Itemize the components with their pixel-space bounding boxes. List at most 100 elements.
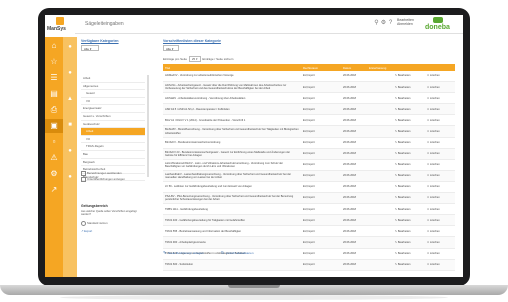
gear-icon[interactable]: ⚙ bbox=[48, 169, 60, 179]
table-row[interactable]: BioStoffV - Biostoffverordnung - Verordn… bbox=[163, 125, 455, 138]
table-row[interactable]: BImSchV - Bundesimmissionsschutzverordnu… bbox=[163, 137, 455, 149]
edit-button[interactable]: ✎ Bearbeiten bbox=[393, 181, 425, 194]
tree-item[interactable]: Arbeit bbox=[81, 75, 145, 83]
edit-button[interactable]: ✎ Bearbeiten bbox=[393, 214, 425, 227]
tree-item[interactable]: Energieeinsatz bbox=[81, 105, 145, 113]
edit-button[interactable]: ✎ Bearbeiten bbox=[393, 125, 425, 138]
edit-button[interactable]: ✎ Bearbeiten bbox=[393, 81, 425, 94]
search-input[interactable] bbox=[85, 20, 295, 28]
table-row[interactable]: ASR A3.5 / ASR A1.5/1,2 - Raumtemperatur… bbox=[163, 103, 455, 116]
edit-button[interactable]: ✎ Bearbeiten bbox=[393, 248, 425, 260]
folder-icon[interactable]: ▫ bbox=[48, 137, 60, 147]
tree-item[interactable]: Gesetz u. Vorschriften bbox=[81, 113, 145, 121]
edit-button[interactable]: ✎ Bearbeiten bbox=[393, 71, 425, 83]
users-icon[interactable]: ● bbox=[66, 69, 74, 77]
show-sub-checkbox[interactable]: Unteröffentlichungen anzeigen bbox=[81, 177, 125, 182]
tree-item[interactable]: VO bbox=[81, 136, 145, 144]
table-row[interactable]: LärmVibrationsArbSchV - Lärm- und Vibrat… bbox=[163, 159, 455, 171]
table-row[interactable]: PSA-BV - PSA-Benutzungsverordnung - Vero… bbox=[163, 192, 455, 205]
table-row[interactable]: TRGS 555 - Betriebsanweisung und Informa… bbox=[163, 225, 455, 238]
table-row[interactable]: TRGS 400 - Gefährdungsbeurteilung für Tä… bbox=[163, 214, 455, 227]
category-filter-select[interactable]: Alle ▾ bbox=[81, 45, 99, 51]
tree-item[interactable]: Bergwerk bbox=[81, 159, 145, 167]
edit-button[interactable]: ✎ Bearbeiten bbox=[393, 103, 425, 116]
edit-button[interactable]: ✎ Bearbeiten bbox=[393, 225, 425, 238]
edit-button[interactable]: ✎ Bearbeiten bbox=[393, 203, 425, 216]
tree-item[interactable]: Allgemeines bbox=[81, 83, 145, 91]
delete-button[interactable]: ✕ Löschen bbox=[425, 71, 455, 83]
user-menu[interactable]: Bearbeiten Abmelden bbox=[397, 18, 414, 26]
edit-button[interactable]: ✎ Bearbeiten bbox=[393, 114, 425, 127]
delete-button[interactable]: ✕ Löschen bbox=[425, 81, 455, 94]
table-row[interactable]: LasthandhabV - Lastenhandhabungsverordnu… bbox=[163, 170, 455, 182]
new-regulation-button[interactable]: ✎ Neue Rechtsnorm anlegen bbox=[163, 251, 204, 256]
edit-button[interactable]: ✎ Bearbeiten bbox=[393, 148, 425, 160]
table-row[interactable]: TRBS 1111 - Gefährdungsbeurteilung EU,Imp… bbox=[163, 203, 455, 216]
users-icon[interactable]: ● bbox=[66, 43, 74, 51]
checkbox-box[interactable] bbox=[81, 171, 86, 176]
tree-item[interactable]: Geräteschutz bbox=[81, 121, 145, 129]
delete-button[interactable]: ✕ Löschen bbox=[425, 236, 455, 249]
help-icon[interactable]: ? bbox=[387, 20, 394, 27]
edit-button[interactable]: ✎ Bearbeiten bbox=[393, 259, 425, 271]
table-row[interactable]: TRGS 510 - Lagerung von Gefahrstoffen in… bbox=[163, 248, 455, 260]
delete-button[interactable]: ✕ Löschen bbox=[425, 259, 455, 271]
column-header[interactable]: Rechtsraum bbox=[301, 64, 341, 71]
chart-icon[interactable]: ▲ bbox=[66, 95, 74, 103]
delete-button[interactable]: ✕ Löschen bbox=[425, 192, 455, 205]
entries-select[interactable]: 25 ▾ bbox=[188, 56, 201, 62]
table-row[interactable]: ArbMedVV - Verordnung zur arbeitsmedizin… bbox=[163, 71, 455, 83]
search-icon[interactable]: ⚲ bbox=[373, 20, 380, 27]
home-icon[interactable]: ⌂ bbox=[48, 41, 60, 51]
hide-labels-checkbox[interactable]: Bezeichnungen ausblenden bbox=[81, 171, 122, 176]
delete-button[interactable]: ✕ Löschen bbox=[425, 181, 455, 194]
tree-scrollbar[interactable] bbox=[147, 75, 149, 177]
gear-icon[interactable]: ⚙ bbox=[380, 20, 387, 27]
checkbox-box[interactable] bbox=[81, 177, 86, 182]
column-header[interactable]: Datum bbox=[341, 64, 367, 71]
tree-item[interactable]: Gesetz bbox=[81, 90, 145, 98]
table-row[interactable]: TRGS 900 - Arbeitsplatzgrenzwerte EU,Impo… bbox=[163, 236, 455, 249]
tree-item[interactable]: TRGS-Regeln bbox=[81, 143, 145, 151]
list-icon[interactable]: ☰ bbox=[48, 73, 60, 83]
standard-radio[interactable]: Standard nutzen bbox=[81, 221, 108, 226]
table-row[interactable]: ArbSchG - Arbeitsschutzgesetz - Gesetz ü… bbox=[163, 81, 455, 94]
delete-button[interactable]: ✕ Löschen bbox=[425, 159, 455, 171]
book-icon[interactable]: ▣ bbox=[48, 121, 60, 131]
document-icon[interactable]: ▤ bbox=[48, 89, 60, 99]
export-icon[interactable]: ↗ bbox=[48, 185, 60, 195]
delete-button[interactable]: ✕ Löschen bbox=[425, 114, 455, 127]
edit-button[interactable]: ✎ Bearbeiten bbox=[393, 170, 425, 182]
alert-icon[interactable]: ⚠ bbox=[48, 153, 60, 163]
export-link[interactable]: ↗ Export bbox=[81, 229, 92, 233]
column-header[interactable]: Ersterfassung bbox=[367, 64, 393, 71]
delete-button[interactable]: ✕ Löschen bbox=[425, 203, 455, 216]
delete-button[interactable]: ✕ Löschen bbox=[425, 170, 455, 182]
edit-button[interactable]: ✎ Bearbeiten bbox=[393, 137, 425, 149]
users-icon[interactable]: ● bbox=[66, 147, 74, 155]
delete-button[interactable]: ✕ Löschen bbox=[425, 137, 455, 149]
table-row[interactable]: ArbStättV - Arbeitsstättenverordnung - V… bbox=[163, 92, 455, 105]
tree-item[interactable]: VO bbox=[81, 98, 145, 106]
star-icon[interactable]: ☆ bbox=[48, 57, 60, 67]
refresh-view-button[interactable]: ↻ Ansicht aktualisieren bbox=[221, 251, 254, 256]
delete-button[interactable]: ✕ Löschen bbox=[425, 125, 455, 138]
delete-button[interactable]: ✕ Löschen bbox=[425, 248, 455, 260]
delete-button[interactable]: ✕ Löschen bbox=[425, 148, 455, 160]
delete-button[interactable]: ✕ Löschen bbox=[425, 103, 455, 116]
radio-circle[interactable] bbox=[81, 221, 86, 226]
edit-button[interactable]: ✎ Bearbeiten bbox=[393, 192, 425, 205]
tree-item-selected[interactable]: Arbeit bbox=[81, 128, 145, 136]
regulations-filter-select[interactable]: Alle ▾ bbox=[163, 45, 179, 51]
delete-button[interactable]: ✕ Löschen bbox=[425, 225, 455, 238]
tree-item[interactable]: Bau bbox=[81, 151, 145, 159]
edit-button[interactable]: ✎ Bearbeiten bbox=[393, 159, 425, 171]
edit-button[interactable]: ✎ Bearbeiten bbox=[393, 92, 425, 105]
table-row[interactable]: TRGS 600 - Substitution EU,Import 26.06.20… bbox=[163, 259, 455, 271]
table-row[interactable]: BGV A1 / DGUV V 1 (2014) - Grundsätze de… bbox=[163, 114, 455, 127]
table-row[interactable]: LV 59 - Leitlinien zur Gefährdungsbeurte… bbox=[163, 181, 455, 194]
users-icon[interactable]: ● bbox=[66, 173, 74, 181]
table-row[interactable]: BImSchV 23 - Bundesimmissionsschutzgeset… bbox=[163, 148, 455, 160]
delete-button[interactable]: ✕ Löschen bbox=[425, 92, 455, 105]
edit-button[interactable]: ✎ Bearbeiten bbox=[393, 236, 425, 249]
